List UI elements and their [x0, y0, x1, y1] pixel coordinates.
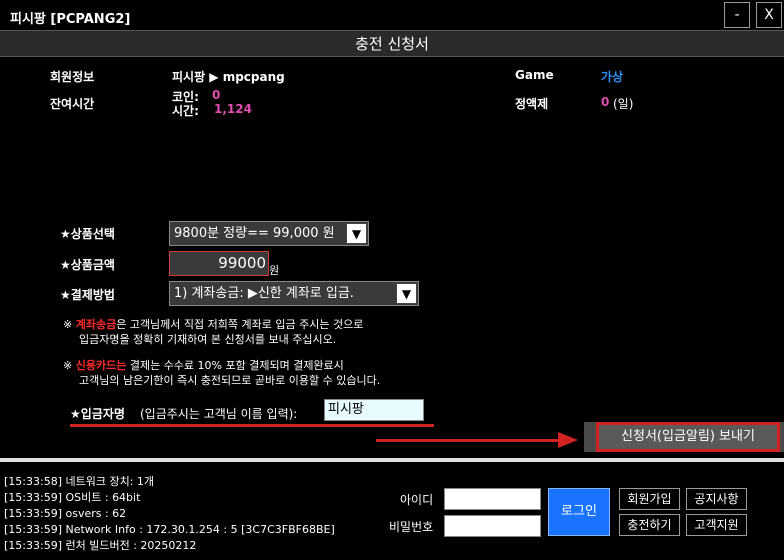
password-label: 비밀번호: [389, 520, 434, 534]
bank-transfer-note: ※ 계좌송금은 고객님께서 직접 저희쪽 계좌로 입금 주시는 것으로 입금자명…: [63, 317, 363, 347]
support-button[interactable]: 고객지원: [686, 514, 747, 536]
divider: [0, 458, 784, 462]
log-line: [15:33:59] 런처 빌드버전 : 20250212: [4, 539, 197, 552]
login-button[interactable]: 로그인: [548, 488, 610, 536]
submit-application-button[interactable]: 신청서(입금알림) 보내기: [596, 422, 780, 452]
member-info-label: 회원정보: [50, 70, 95, 84]
charge-button[interactable]: 충전하기: [619, 514, 680, 536]
close-button[interactable]: X: [756, 2, 782, 28]
underline-highlight: [70, 424, 434, 427]
depositor-name-label: ★입금자명: [70, 407, 125, 421]
member-info-value: 피시팡 ▶ mpcpang: [172, 70, 285, 84]
bank-transfer-line2: 입금자명을 정확히 기재하여 본 신청서를 보내 주십시오.: [79, 333, 337, 346]
product-select-label: ★상품선택: [60, 227, 115, 241]
form-title: 충전 신청서: [0, 30, 784, 57]
id-input[interactable]: [444, 488, 541, 510]
bank-transfer-line1: 은 고객님께서 직접 저희쪽 계좌로 입금 주시는 것으로: [116, 318, 364, 331]
password-input[interactable]: [444, 515, 541, 537]
fixed-rate-value: 0: [601, 95, 610, 109]
game-value: 가상: [601, 70, 624, 84]
fixed-rate-label: 정액제: [515, 97, 549, 111]
arrow-right-icon: [558, 432, 578, 448]
note-mark: ※: [63, 359, 76, 372]
coin-value: 0: [212, 88, 221, 102]
product-amount-field: 99000: [169, 251, 269, 276]
payment-method-value: 1) 계좌송금: ▶신한 계좌로 입금.: [174, 286, 354, 301]
bank-transfer-highlight: 계좌송금: [75, 318, 117, 331]
payment-method-select[interactable]: 1) 계좌송금: ▶신한 계좌로 입금. ▼: [169, 281, 419, 306]
time-value: 1,124: [214, 102, 252, 116]
credit-card-line2: 고객님의 남은기한이 즉시 충전되므로 곧바로 이용할 수 있습니다.: [79, 374, 381, 387]
credit-card-highlight: 신용카드는: [75, 359, 127, 372]
product-select[interactable]: 9800분 정량== 99,000 원 ▼: [169, 221, 369, 246]
depositor-name-hint: (입금주시는 고객님 이름 입력):: [140, 407, 298, 421]
remaining-time-label: 잔여시간: [50, 97, 95, 111]
credit-card-line1: 결제는 수수료 10% 포함 결제되며 결제완료시: [126, 359, 344, 372]
depositor-name-input[interactable]: 피시팡: [324, 399, 424, 421]
log-line: [15:33:58] 네트워크 장치: 1개: [4, 475, 155, 488]
amount-unit: 원: [269, 264, 280, 277]
signup-button[interactable]: 회원가입: [619, 488, 680, 510]
log-line: [15:33:59] OS비트 : 64bit: [4, 491, 141, 504]
title-bar: 피시팡 [PCPANG2] - X: [0, 0, 784, 30]
chevron-down-icon[interactable]: ▼: [396, 283, 417, 304]
fixed-rate-unit: (일): [613, 97, 634, 111]
note-mark: ※: [63, 318, 76, 331]
product-select-value: 9800분 정량== 99,000 원: [174, 226, 335, 241]
time-label: 시간:: [172, 104, 199, 118]
log-line: [15:33:59] osvers : 62: [4, 507, 127, 520]
minimize-button[interactable]: -: [724, 2, 750, 28]
log-line: [15:33:59] Network Info : 172.30.1.254 :…: [4, 523, 335, 536]
payment-method-label: ★결제방법: [60, 288, 115, 302]
product-amount-label: ★상품금액: [60, 258, 115, 272]
arrow-line: [376, 439, 560, 442]
log-panel: [15:33:58] 네트워크 장치: 1개 [15:33:59] OS비트 :…: [4, 474, 335, 554]
app-title: 피시팡 [PCPANG2]: [10, 12, 131, 27]
id-label: 아이디: [400, 493, 434, 507]
notice-button[interactable]: 공지사항: [686, 488, 747, 510]
credit-card-note: ※ 신용카드는 결제는 수수료 10% 포함 결제되며 결제완료시 고객님의 남…: [63, 358, 380, 388]
game-label: Game: [515, 68, 554, 82]
chevron-down-icon[interactable]: ▼: [346, 223, 367, 244]
